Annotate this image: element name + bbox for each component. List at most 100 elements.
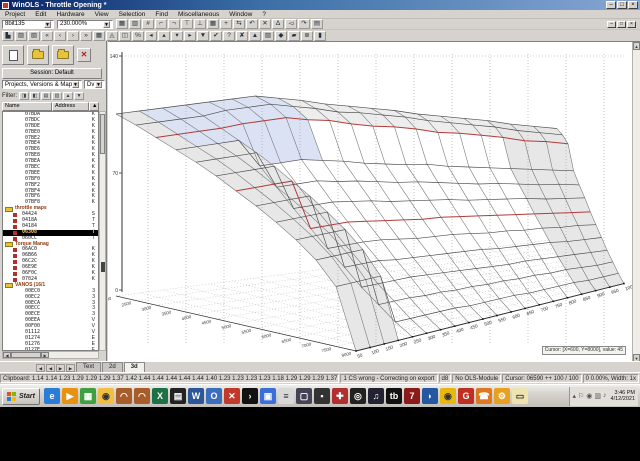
sort-desc-icon[interactable]: ▼ <box>74 92 84 100</box>
split-view-icon[interactable]: ◫ <box>119 30 131 41</box>
close-button[interactable]: × <box>628 1 638 9</box>
add-map-icon[interactable]: + <box>220 19 232 29</box>
pattern-icon[interactable]: ▨ <box>262 30 274 41</box>
map-3d-view[interactable]: 50 100 150 200 250 300 350 400 450 500 550 600 650 70… <box>108 41 640 362</box>
red-x-app-icon[interactable]: ✕ <box>223 388 240 404</box>
tab-nav-icon[interactable]: ◀ <box>36 364 45 372</box>
swoosh-app-icon[interactable]: ◠ <box>115 388 132 404</box>
scrollbar-thumb[interactable] <box>11 352 41 358</box>
seven-app-icon[interactable]: 7 <box>403 388 420 404</box>
swap-icon[interactable]: ⇆ <box>233 19 245 29</box>
undo-icon[interactable]: ↶ <box>246 19 258 29</box>
percent-icon[interactable]: % <box>132 30 144 41</box>
phone-app-icon[interactable]: ☎ <box>475 388 492 404</box>
list-view-icon[interactable]: ▤ <box>311 19 323 29</box>
notebook-icon[interactable]: ▤ <box>169 388 186 404</box>
chrome2-icon[interactable]: ◉ <box>439 388 456 404</box>
scrollbar-thumb[interactable] <box>100 114 105 154</box>
menu-find[interactable]: Find <box>150 11 173 18</box>
scroll-left-icon[interactable]: ◂ <box>145 30 157 41</box>
save-project-icon[interactable]: ▧ <box>28 30 40 41</box>
tab-text[interactable]: Text <box>76 362 102 372</box>
panel-mini-combo[interactable]: Dv ▼ <box>84 80 105 89</box>
zoom-icon[interactable]: ◬ <box>106 30 118 41</box>
tray-up-icon[interactable]: ▴ <box>573 392 577 400</box>
console-icon[interactable]: › <box>241 388 258 404</box>
help-icon[interactable]: ? <box>223 30 235 41</box>
tray-volume-icon[interactable]: ♪ <box>603 392 607 400</box>
menu-project[interactable]: Project <box>0 11 30 18</box>
scroll-down-icon[interactable]: ▾ <box>171 30 183 41</box>
chevron-down-icon[interactable]: ▼ <box>95 81 102 88</box>
tray-network-icon[interactable]: ◉ <box>586 392 592 400</box>
child-restore-button[interactable]: □ <box>617 20 626 28</box>
minimize-button[interactable]: – <box>606 1 616 9</box>
list-vertical-scrollbar[interactable] <box>99 111 106 351</box>
g-spiral-icon[interactable]: G <box>457 388 474 404</box>
scroll-up-icon[interactable]: ▴ <box>158 30 170 41</box>
panel-horizontal-scrollbar[interactable]: ◀ ▶ <box>2 351 99 359</box>
block-icon[interactable]: ▮ <box>314 30 326 41</box>
wrench-icon[interactable]: ⚙ <box>493 388 510 404</box>
menu-edit[interactable]: Edit <box>30 11 51 18</box>
difference-icon[interactable]: Δ <box>272 19 284 29</box>
map-vertical-scrollbar[interactable]: ▲ ▼ <box>632 42 640 362</box>
filter-projects-icon[interactable]: ◨ <box>19 92 29 100</box>
chevron-down-icon[interactable]: ▼ <box>44 20 51 28</box>
child-minimize-button[interactable]: – <box>607 20 616 28</box>
menu-miscellaneous[interactable]: Miscellaneous <box>173 11 224 18</box>
redo-icon[interactable]: ↷ <box>298 19 310 29</box>
session-button[interactable]: Session: Default <box>2 68 102 79</box>
media-player-icon[interactable]: ▶ <box>61 388 78 404</box>
align-top-icon[interactable]: ⊤ <box>181 19 193 29</box>
grid-icon[interactable]: # <box>142 19 154 29</box>
delete-icon[interactable]: ✕ <box>259 19 271 29</box>
menu-hardware[interactable]: Hardware <box>51 11 89 18</box>
view-hex-icon[interactable]: ▦ <box>116 19 128 29</box>
menu-selection[interactable]: Selection <box>114 11 151 18</box>
border-bottom-icon[interactable]: ¬ <box>168 19 180 29</box>
maximize-button[interactable]: □ <box>617 1 627 9</box>
folder-app-icon[interactable]: ▣ <box>259 388 276 404</box>
tab-nav-icon[interactable]: ▶ <box>66 364 75 372</box>
map-grid-icon[interactable]: ▦ <box>207 19 219 29</box>
first-map-icon[interactable]: « <box>41 30 53 41</box>
light-app-icon[interactable]: ▭ <box>511 388 528 404</box>
ie-icon[interactable]: e <box>43 388 60 404</box>
new-version-button[interactable] <box>2 45 24 65</box>
prev-map-icon[interactable]: ‹ <box>54 30 66 41</box>
filter-folders-icon[interactable]: ▥ <box>52 92 62 100</box>
tray-flag-icon[interactable]: ⚐ <box>578 392 584 400</box>
media2-icon[interactable]: ♫ <box>367 388 384 404</box>
winols-icon[interactable]: ▦ <box>79 388 96 404</box>
open-folder-button[interactable] <box>27 45 49 65</box>
dropdown-icon[interactable]: ▼ <box>197 30 209 41</box>
chrome-icon[interactable]: ◉ <box>97 388 114 404</box>
child-close-button[interactable]: × <box>627 20 636 28</box>
column-name[interactable]: Name <box>2 102 52 111</box>
align-bottom-icon[interactable]: ⊥ <box>194 19 206 29</box>
tab-3d[interactable]: 3d <box>123 362 145 372</box>
open-project-icon[interactable]: ▨ <box>15 30 27 41</box>
red-tool-icon[interactable]: ✚ <box>331 388 348 404</box>
filter-maps-icon[interactable]: ▤ <box>41 92 51 100</box>
tab-nav-icon[interactable]: ▶ <box>56 364 65 372</box>
tray-display-icon[interactable]: ▥ <box>594 392 601 400</box>
column-sort[interactable]: ▲ <box>89 102 99 111</box>
swoosh-app2-icon[interactable]: ◠ <box>133 388 150 404</box>
computer-icon[interactable]: ▢ <box>295 388 312 404</box>
tab-nav-icon[interactable]: ◀ <box>46 364 55 372</box>
filter-versions-icon[interactable]: ◧ <box>30 92 40 100</box>
project-icon[interactable]: ▙ <box>2 30 14 41</box>
menu-view[interactable]: View <box>90 11 114 18</box>
tb-icon[interactable]: tb <box>385 388 402 404</box>
up-icon[interactable]: ▲ <box>249 30 261 41</box>
last-map-icon[interactable]: » <box>80 30 92 41</box>
panel-view-combo[interactable]: Projects, Versions & Maps ▼ <box>2 80 82 89</box>
outlook-icon[interactable]: O <box>205 388 222 404</box>
word-icon[interactable]: W <box>187 388 204 404</box>
view-mode-icon[interactable]: ≣ <box>301 30 313 41</box>
menu-?[interactable]: ? <box>257 11 271 18</box>
data-format-combo[interactable]: 8bit135 ▼ <box>2 19 54 29</box>
excel-icon[interactable]: X <box>151 388 168 404</box>
